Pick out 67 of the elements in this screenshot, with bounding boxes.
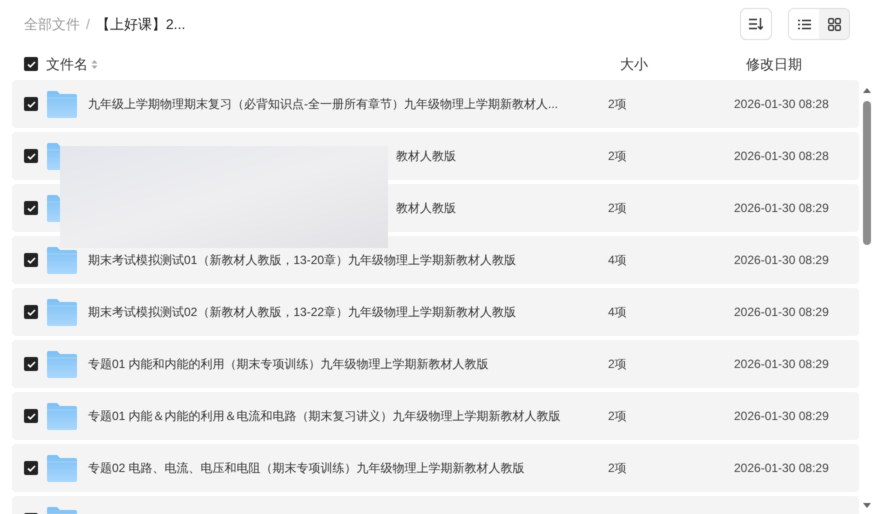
file-name: 期末考试模拟测试02（新教材人教版，13-22章）九年级物理上学期新教材人教版	[88, 304, 516, 321]
modified-date: 2026-01-30 08:29	[734, 409, 829, 423]
modified-date: 2026-01-30 08:29	[734, 201, 829, 215]
checkbox[interactable]	[24, 357, 38, 371]
file-name: 期末考试模拟测试01（新教材人教版，13-20章）九年级物理上学期新教材人教版	[88, 252, 516, 269]
file-name: 教材人教版	[396, 200, 456, 217]
breadcrumb-separator: /	[86, 14, 90, 34]
checkmark-icon	[26, 100, 36, 108]
checkmark-icon	[26, 308, 36, 316]
modified-date: 2026-01-30 08:29	[734, 305, 829, 319]
modified-date: 2026-01-30 08:28	[734, 97, 829, 111]
column-header[interactable]: 文件名	[46, 54, 98, 74]
checkmark-icon	[26, 464, 36, 472]
modified-date: 2026-01-30 08:29	[734, 253, 829, 267]
checkbox[interactable]	[24, 201, 38, 215]
checkmark-icon	[26, 204, 36, 212]
item-count: 2项	[608, 201, 627, 215]
modified-date: 2026-01-30 08:28	[734, 149, 829, 163]
checkbox[interactable]	[24, 253, 38, 267]
file-row[interactable]: 九年级上学期物理期末复习（必背知识点-全一册所有章节）九年级物理上学期新教材人... 2项 2026-01-30 08:28	[12, 80, 859, 128]
item-count: 2项	[608, 461, 627, 475]
file-row[interactable]: 期末考试模拟测试01（新教材人教版，13-20章）九年级物理上学期新教材人教版 4项 2026-01-30 08:29	[12, 236, 859, 284]
file-name: 专题01 内能和内能的利用（期末专项训练）九年级物理上学期新教材人教版	[88, 356, 489, 373]
modified-date: 2026-01-30 08:29	[734, 461, 829, 475]
checkmark-icon	[26, 256, 36, 264]
folder-icon	[47, 402, 77, 430]
checkbox[interactable]	[24, 461, 38, 475]
sort-button[interactable]	[740, 8, 772, 40]
item-count: 2项	[608, 149, 627, 163]
checkmark-icon	[26, 152, 36, 160]
modified-date: 2026-01-30 08:29	[734, 357, 829, 371]
file-name: 专题02 电路、电流、电压和电阻（期末专项训练）九年级物理上学期新教材人教版	[88, 460, 525, 477]
file-row[interactable]: 专题01 内能＆内能的利用＆电流和电路（期末复习讲义）九年级物理上学期新教材人教版 2项 2026-01-30 08:29	[12, 392, 859, 440]
list-icon	[798, 18, 810, 30]
checkbox[interactable]	[24, 149, 38, 163]
scroll-down-icon	[862, 502, 872, 510]
folder-icon	[47, 90, 77, 118]
file-row[interactable]: 期末考试模拟测试02（新教材人教版，13-22章）九年级物理上学期新教材人教版 4项 2026-01-30 08:29	[12, 288, 859, 336]
scroll-up-icon	[862, 86, 872, 94]
checkmark-icon	[26, 412, 36, 420]
sort-icon	[749, 18, 763, 30]
checkbox[interactable]	[24, 57, 38, 71]
item-count: 4项	[608, 305, 627, 319]
column-header: 大小	[620, 54, 648, 74]
folder-icon	[47, 298, 77, 326]
checkmark-icon	[26, 360, 36, 368]
file-name: 九年级上学期物理期末复习（必背知识点-全一册所有章节）九年级物理上学期新教材人...	[88, 96, 558, 113]
breadcrumb-item: 【上好课】2...	[96, 14, 186, 34]
file-row[interactable]: 专题01 内能和内能的利用（期末专项训练）九年级物理上学期新教材人教版 2项 2026-01-30 08:29	[12, 340, 859, 388]
checkmark-icon	[26, 60, 36, 68]
file-name: 专题01 内能＆内能的利用＆电流和电路（期末复习讲义）九年级物理上学期新教材人教版	[88, 408, 561, 425]
item-count: 2项	[608, 97, 627, 111]
checkbox[interactable]	[24, 305, 38, 319]
item-count: 2项	[608, 409, 627, 423]
file-row[interactable]: 专题02 电路、电流、电压和电阻（期末专项训练）九年级物理上学期新教材人教版 2项 2026-01-30 08:29	[12, 444, 859, 492]
file-name: 教材人教版	[396, 148, 456, 165]
grid-icon	[828, 18, 840, 30]
folder-icon	[47, 246, 77, 274]
scrollbar-thumb[interactable]	[863, 101, 871, 245]
folder-icon	[47, 350, 77, 378]
item-count: 2项	[608, 357, 627, 371]
item-count: 4项	[608, 253, 627, 267]
grid-view-button[interactable]	[819, 9, 849, 39]
column-header: 修改日期	[746, 54, 802, 74]
checkbox[interactable]	[24, 409, 38, 423]
checkbox[interactable]	[24, 97, 38, 111]
folder-icon	[47, 454, 77, 482]
